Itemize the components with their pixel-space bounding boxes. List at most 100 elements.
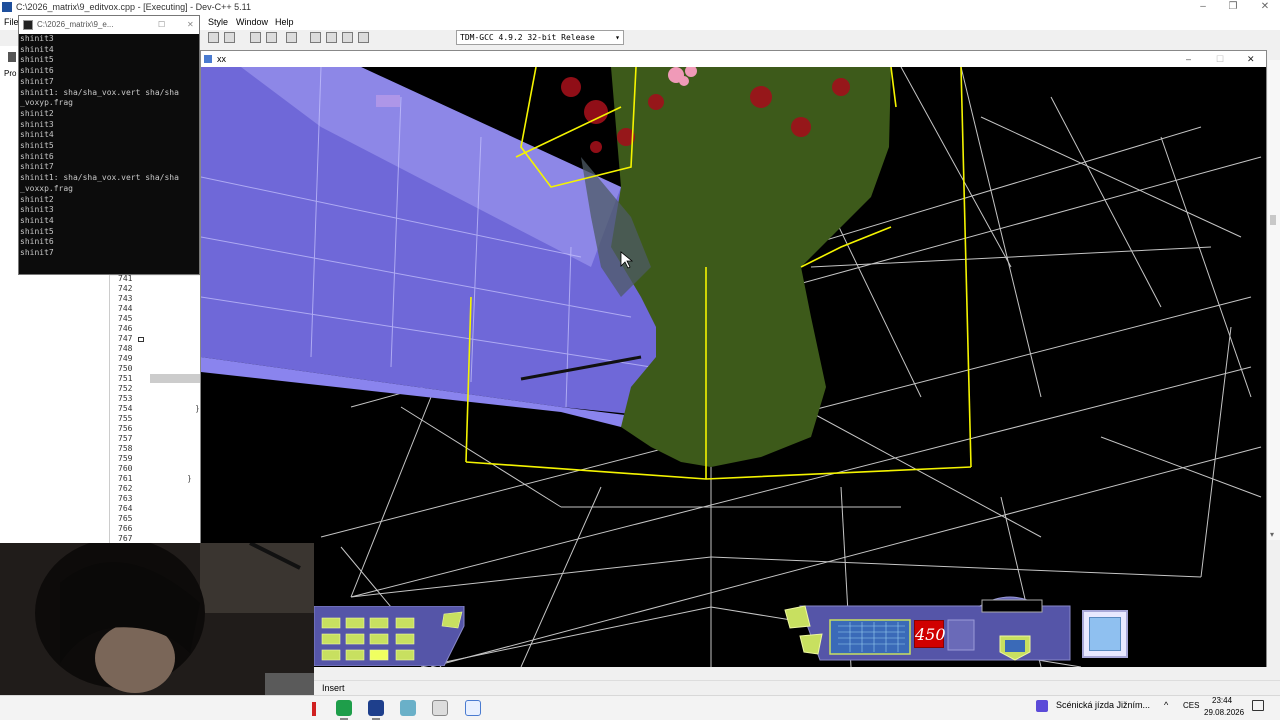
- devcpp-icon: [2, 2, 12, 12]
- line-number: 767: [118, 534, 133, 543]
- line-number: 749: [118, 354, 133, 363]
- game-titlebar: xx – ☐ ✕: [201, 51, 1266, 67]
- line-number: 741: [118, 274, 133, 283]
- minimize-icon[interactable]: –: [1188, 0, 1218, 14]
- line-number: 757: [118, 434, 133, 443]
- hud-counter: 450: [914, 620, 946, 648]
- close-icon[interactable]: ✕: [1247, 51, 1255, 67]
- toolbar-button[interactable]: [286, 32, 297, 43]
- notification-center-icon[interactable]: [1252, 700, 1264, 711]
- clock-time[interactable]: 23:44: [1212, 696, 1232, 705]
- console-line: shinit1: sha/sha_vox.vert sha/sha: [20, 173, 179, 183]
- console-line: shinit3: [20, 205, 54, 215]
- line-number: 762: [118, 484, 133, 493]
- game-viewport[interactable]: [201, 67, 1266, 667]
- line-number: 766: [118, 524, 133, 533]
- console-line: _voxyp.frag: [20, 98, 73, 108]
- language-indicator[interactable]: CES: [1183, 701, 1199, 710]
- line-number: 760: [118, 464, 133, 473]
- toolbar-button[interactable]: [208, 32, 219, 43]
- line-number: 758: [118, 444, 133, 453]
- line-number: 751: [118, 374, 133, 383]
- line-number: 753: [118, 394, 133, 403]
- webcam-image: [0, 543, 314, 695]
- ide-statusbar: Insert: [314, 680, 1280, 695]
- game-taskbar-icon[interactable]: [465, 700, 481, 716]
- console-taskbar-icon[interactable]: [432, 700, 448, 716]
- line-number: 763: [118, 494, 133, 503]
- line-number: 750: [118, 364, 133, 373]
- console-line: shinit6: [20, 237, 54, 247]
- taskbar-app-icon[interactable]: [400, 700, 416, 716]
- panel-tab-icon[interactable]: [8, 52, 16, 62]
- game-app-icon: [204, 55, 212, 63]
- console-line: shinit6: [20, 151, 54, 161]
- project-panel-label: Pro: [4, 69, 17, 78]
- console-line: shinit2: [20, 194, 54, 204]
- line-number: 743: [118, 294, 133, 303]
- console-line: shinit5: [20, 55, 54, 65]
- scrollbar-thumb[interactable]: [1270, 215, 1276, 225]
- green-app-icon[interactable]: [336, 700, 352, 716]
- media-notification-text[interactable]: Scénická jízda Jižním...: [1056, 700, 1150, 710]
- line-number: 748: [118, 344, 133, 353]
- console-line: shinit7: [20, 76, 54, 86]
- maximize-icon[interactable]: ☐: [1216, 51, 1224, 67]
- restore-icon[interactable]: ❐: [1218, 0, 1248, 14]
- toolbar-button[interactable]: [266, 32, 277, 43]
- foliage-column: [611, 67, 891, 467]
- console-line: shinit4: [20, 44, 54, 54]
- ide-scrollbar[interactable]: ▾: [1268, 60, 1280, 540]
- menu-window[interactable]: Window: [236, 14, 268, 30]
- toolbar-button[interactable]: [342, 32, 353, 43]
- media-notification-icon[interactable]: [1036, 700, 1048, 712]
- line-number: 752: [118, 384, 133, 393]
- toolbar-button[interactable]: [358, 32, 369, 43]
- line-number: 759: [118, 454, 133, 463]
- menu-file[interactable]: File: [4, 17, 19, 27]
- chevron-up-icon[interactable]: ^: [1164, 700, 1168, 710]
- taskbar-app-edge: [312, 702, 316, 716]
- console-line: shinit7: [20, 248, 54, 258]
- hud-minimap[interactable]: [1082, 610, 1128, 658]
- toolbar-button[interactable]: [310, 32, 321, 43]
- line-number: 754: [118, 404, 133, 413]
- menu-style[interactable]: Style: [208, 14, 228, 30]
- line-number: 755: [118, 414, 133, 423]
- game-window: xx – ☐ ✕: [200, 50, 1267, 667]
- compiler-select[interactable]: TDM-GCC 4.9.2 32-bit Release ▾: [456, 30, 624, 45]
- line-number: 761: [118, 474, 133, 483]
- console-line: shinit6: [20, 66, 54, 76]
- line-number: 742: [118, 284, 133, 293]
- game-title-text: xx: [217, 54, 226, 64]
- close-icon[interactable]: ✕: [187, 16, 194, 34]
- close-icon[interactable]: ✕: [1250, 0, 1280, 14]
- toolbar-button[interactable]: [326, 32, 337, 43]
- compiler-select-value: TDM-GCC 4.9.2 32-bit Release: [460, 33, 595, 42]
- webcam-overlay: [0, 543, 314, 695]
- console-line: shinit1: sha/sha_vox.vert sha/sha: [20, 87, 179, 97]
- console-line: shinit2: [20, 108, 54, 118]
- console-line: shinit7: [20, 162, 54, 172]
- console-line: shinit4: [20, 130, 54, 140]
- console-line: shinit5: [20, 226, 54, 236]
- console-window: C:\2026_matrix\9_e... ☐ ✕ shinit3 shinit4…: [18, 15, 200, 275]
- hud-minimap-screen: [1089, 617, 1121, 651]
- console-output: shinit3 shinit4 shinit5 shinit6 shinit7 shini…: [19, 34, 199, 274]
- line-number: 764: [118, 504, 133, 513]
- scene-render: [201, 67, 1262, 667]
- line-number: 745: [118, 314, 133, 323]
- console-line: _voxxp.frag: [20, 183, 73, 193]
- toolbar-button[interactable]: [224, 32, 235, 43]
- console-line: shinit5: [20, 141, 54, 151]
- console-icon: [23, 20, 33, 30]
- maximize-icon[interactable]: ☐: [158, 16, 165, 34]
- line-number: 747: [118, 334, 133, 343]
- minimize-icon[interactable]: –: [1186, 51, 1191, 67]
- clock-date[interactable]: 29.08.2026: [1204, 708, 1244, 717]
- status-mode: Insert: [322, 683, 345, 693]
- scroll-down-icon[interactable]: ▾: [1270, 530, 1274, 539]
- toolbar-button[interactable]: [250, 32, 261, 43]
- menu-help[interactable]: Help: [275, 14, 294, 30]
- devcpp-taskbar-icon[interactable]: [368, 700, 384, 716]
